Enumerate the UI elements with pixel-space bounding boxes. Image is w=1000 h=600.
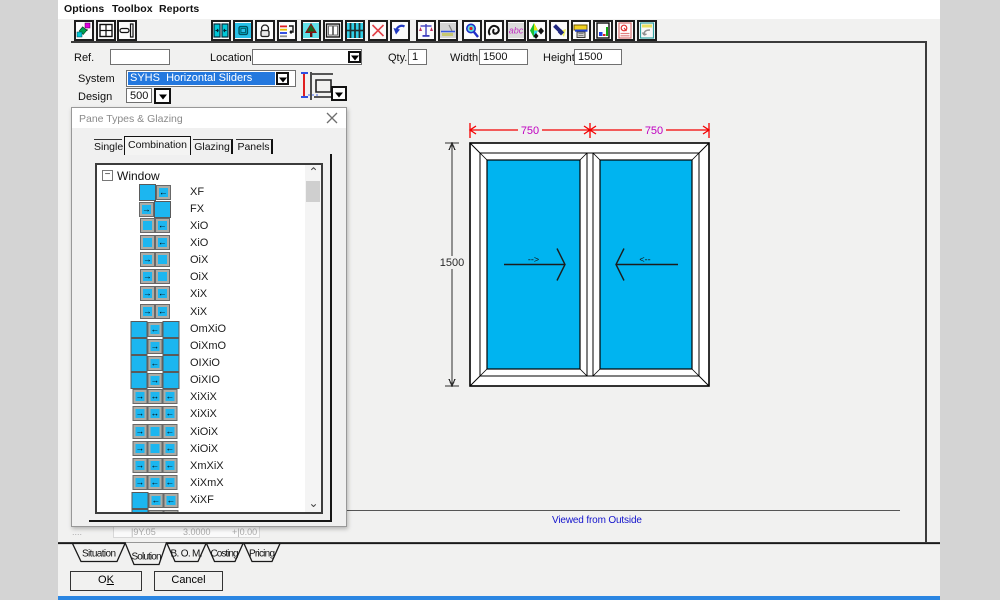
svg-text:Situation: Situation: [82, 549, 116, 560]
svg-text:750: 750: [645, 125, 663, 137]
svg-text:Solution: Solution: [132, 552, 162, 563]
svg-text:1500: 1500: [440, 257, 464, 269]
svg-text:abc: abc: [509, 26, 524, 36]
svg-text:Costing: Costing: [211, 549, 239, 560]
svg-text:-->: -->: [528, 255, 539, 265]
svg-text:B. O. M.: B. O. M.: [171, 549, 203, 560]
svg-text:<--: <--: [639, 255, 650, 265]
svg-text:Pricing: Pricing: [249, 549, 275, 560]
svg-text:750: 750: [521, 125, 539, 137]
